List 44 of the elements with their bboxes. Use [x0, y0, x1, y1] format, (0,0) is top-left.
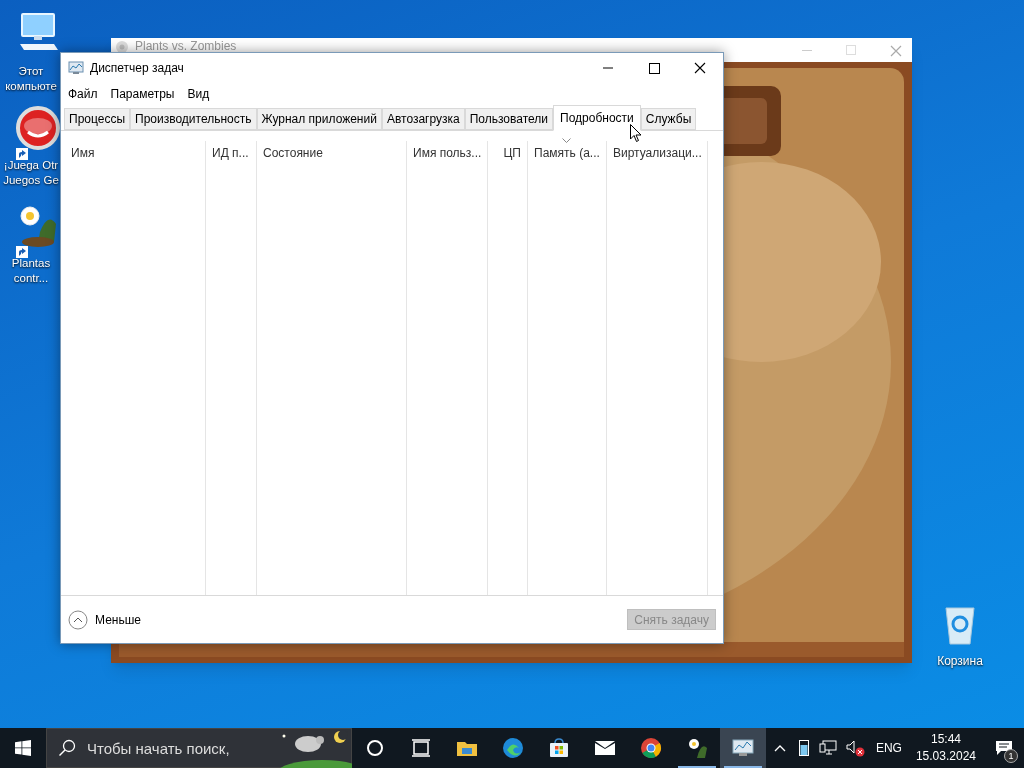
tab[interactable]: Производительность: [130, 108, 257, 130]
date-text: 15.03.2024: [915, 748, 976, 765]
icon-label: Корзина: [937, 654, 983, 669]
clock[interactable]: 15:44 15.03.2024: [915, 731, 976, 765]
column-header[interactable]: Виртуализаци...: [607, 141, 707, 165]
column-header[interactable]: Имя: [65, 141, 205, 165]
language-indicator[interactable]: ENG: [875, 739, 902, 757]
notification-button[interactable]: 1: [984, 728, 1024, 768]
tab[interactable]: Журнал приложений: [256, 108, 382, 130]
notification-count-badge: 1: [1004, 749, 1018, 763]
column-header[interactable]: ИД п...: [206, 141, 256, 165]
icon-label: Plantas contr...: [10, 256, 52, 286]
tab[interactable]: Подробности: [553, 105, 641, 131]
browser-icon: [501, 736, 526, 760]
windows-logo-icon: [14, 740, 31, 756]
menu-item[interactable]: Вид: [187, 85, 210, 103]
monitor-chart-icon: [68, 60, 84, 76]
tab[interactable]: Автозагрузка: [381, 108, 465, 130]
taskbar-button[interactable]: [719, 728, 766, 768]
icon-label: ¡Juega Otr Juegos Ge: [2, 158, 60, 188]
column-header[interactable]: Память (а...: [528, 141, 606, 165]
column-header[interactable]: Имя польз...: [407, 141, 487, 165]
column-header[interactable]: Состояние: [257, 141, 406, 165]
browser-icon: [639, 736, 663, 760]
volume-muted-icon[interactable]: [845, 739, 866, 757]
tab[interactable]: Службы: [640, 108, 697, 130]
menu-item[interactable]: Файл: [68, 85, 98, 103]
window-title: Plants vs. Zombies: [135, 40, 237, 53]
search-field[interactable]: Чтобы начать поиск,: [45, 728, 353, 768]
battery-icon[interactable]: [798, 740, 809, 756]
network-icon[interactable]: [818, 740, 837, 756]
icon-label: Этот компьюте: [4, 64, 58, 94]
time-text: 15:44: [930, 731, 961, 748]
search-icon: [57, 739, 76, 757]
cursor-icon: [630, 124, 642, 143]
window-title: Диспетчер задач: [90, 60, 184, 77]
tab[interactable]: Процессы: [64, 108, 130, 130]
chevron-up-icon[interactable]: [773, 744, 786, 752]
fewer-details-link[interactable]: Меньше: [95, 610, 141, 629]
column-header[interactable]: ЦП: [488, 141, 527, 165]
flower-icon: [115, 40, 129, 54]
tab[interactable]: Пользователи: [464, 108, 554, 130]
menu-item[interactable]: Параметры: [110, 85, 175, 103]
collapse-up-icon[interactable]: [68, 609, 88, 630]
